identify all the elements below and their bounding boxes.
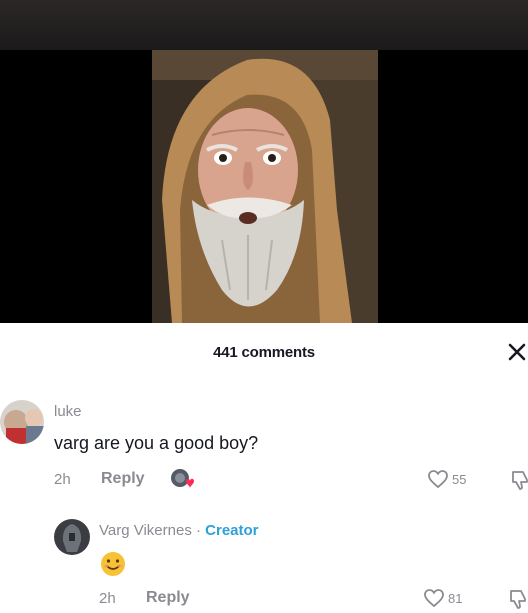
reply-button[interactable]: Reply <box>146 589 190 607</box>
creator-liked-icon <box>170 467 196 491</box>
separator-dot: · <box>196 522 201 539</box>
creator-badge: Creator <box>205 522 259 539</box>
reply-time: 2h <box>99 590 116 607</box>
avatar[interactable] <box>54 519 90 555</box>
screen: 441 comments luke varg are you a good bo… <box>0 0 528 613</box>
heart-icon <box>424 589 444 608</box>
heart-icon <box>428 470 448 489</box>
like-count: 55 <box>452 471 467 487</box>
comments-count: 441 comments <box>213 344 315 361</box>
reply-emoji <box>99 550 127 578</box>
comment-text: varg are you a good boy? <box>54 433 259 453</box>
like-button[interactable]: 55 <box>427 469 466 489</box>
like-button[interactable]: 81 <box>423 588 462 608</box>
dislike-icon[interactable] <box>510 469 528 491</box>
like-count: 81 <box>448 590 463 606</box>
reply-button[interactable]: Reply <box>101 470 145 488</box>
comment-username[interactable]: luke <box>54 403 82 420</box>
avatar[interactable] <box>0 400 44 444</box>
smile-emoji-icon <box>101 552 125 576</box>
video-player[interactable] <box>0 0 528 323</box>
video-frame[interactable] <box>152 50 378 323</box>
video-thumbnail <box>152 50 378 323</box>
close-icon[interactable] <box>505 340 528 364</box>
video-top-bar <box>0 0 528 50</box>
reply-username-line: Varg Vikernes · Creator <box>99 522 259 539</box>
comment-time: 2h <box>54 471 71 488</box>
reply-username[interactable]: Varg Vikernes <box>99 522 192 539</box>
comments-panel: 441 comments luke varg are you a good bo… <box>0 323 528 613</box>
dislike-icon[interactable] <box>508 588 528 610</box>
